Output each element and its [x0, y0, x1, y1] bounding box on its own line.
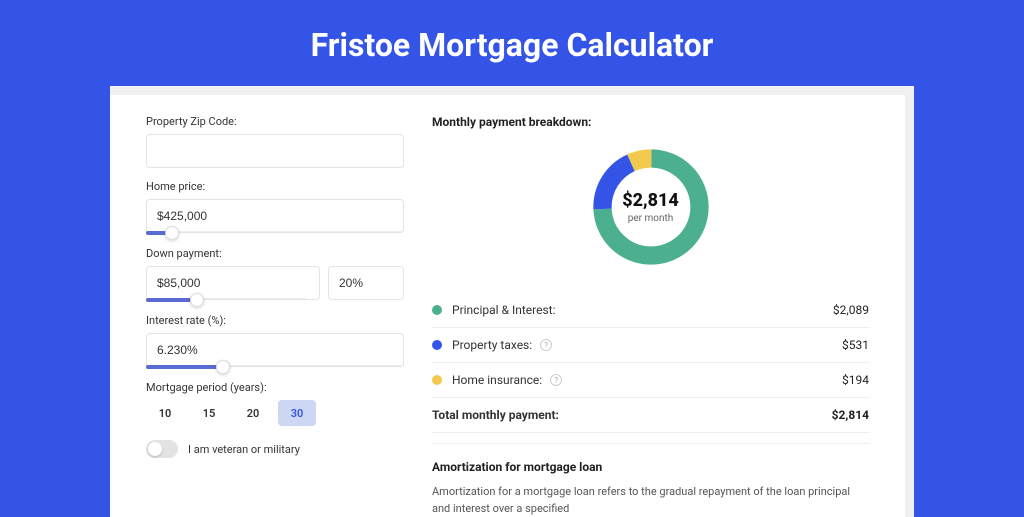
legend-value-principal-interest: $2,089	[833, 303, 869, 317]
legend-dot-home-insurance	[432, 375, 442, 385]
amortization-section: Amortization for mortgage loan Amortizat…	[432, 443, 869, 517]
mortgage-period-field: Mortgage period (years): 10 15 20 30	[146, 381, 404, 426]
down-payment-label: Down payment:	[146, 247, 404, 260]
zip-field: Property Zip Code:	[146, 115, 404, 168]
donut-amount: $2,814	[622, 190, 679, 211]
calculator-card: Property Zip Code: Home price: Down paym…	[110, 95, 905, 517]
home-price-label: Home price:	[146, 180, 404, 193]
period-btn-20[interactable]: 20	[234, 400, 272, 426]
mortgage-period-options: 10 15 20 30	[146, 400, 404, 426]
donut-chart-wrap: $2,814 per month	[432, 143, 869, 271]
legend-label-total: Total monthly payment:	[432, 408, 559, 422]
legend-label-property-taxes: Property taxes:	[452, 338, 532, 352]
breakdown-column: Monthly payment breakdown: $2,814 per mo…	[404, 115, 905, 517]
form-column: Property Zip Code: Home price: Down paym…	[146, 115, 404, 517]
period-btn-30[interactable]: 30	[278, 400, 316, 426]
home-price-slider-thumb[interactable]	[165, 226, 179, 240]
help-icon[interactable]: ?	[550, 374, 562, 386]
down-payment-pct-input[interactable]	[328, 266, 404, 300]
legend-row-total: Total monthly payment: $2,814	[432, 398, 869, 433]
down-payment-slider[interactable]	[146, 298, 306, 302]
donut-sub: per month	[628, 213, 674, 224]
help-icon[interactable]: ?	[540, 339, 552, 351]
home-price-slider[interactable]	[146, 231, 404, 235]
zip-input[interactable]	[146, 134, 404, 168]
interest-rate-slider[interactable]	[146, 365, 404, 369]
calculator-container: Property Zip Code: Home price: Down paym…	[110, 86, 914, 517]
zip-label: Property Zip Code:	[146, 115, 404, 128]
legend-value-total: $2,814	[832, 408, 869, 422]
veteran-toggle[interactable]	[146, 440, 178, 458]
page-title: Fristoe Mortgage Calculator	[0, 0, 1024, 86]
legend-row-property-taxes: Property taxes: ? $531	[432, 328, 869, 363]
legend-row-principal-interest: Principal & Interest: $2,089	[432, 293, 869, 328]
interest-rate-field: Interest rate (%):	[146, 314, 404, 369]
veteran-label: I am veteran or military	[188, 443, 300, 456]
legend-label-home-insurance: Home insurance:	[452, 373, 542, 387]
legend-value-property-taxes: $531	[842, 338, 869, 352]
amortization-text: Amortization for a mortgage loan refers …	[432, 484, 869, 517]
interest-rate-input[interactable]	[146, 333, 404, 367]
donut-chart: $2,814 per month	[587, 143, 715, 271]
legend-row-home-insurance: Home insurance: ? $194	[432, 363, 869, 398]
down-payment-slider-thumb[interactable]	[190, 293, 204, 307]
home-price-input[interactable]	[146, 199, 404, 233]
down-payment-input[interactable]	[146, 266, 320, 300]
breakdown-heading: Monthly payment breakdown:	[432, 115, 869, 129]
legend-label-principal-interest: Principal & Interest:	[452, 303, 556, 317]
down-payment-field: Down payment:	[146, 247, 404, 302]
veteran-toggle-knob	[148, 442, 162, 456]
amortization-heading: Amortization for mortgage loan	[432, 460, 869, 474]
legend-dot-principal-interest	[432, 305, 442, 315]
mortgage-period-label: Mortgage period (years):	[146, 381, 404, 394]
interest-rate-slider-fill	[146, 365, 223, 369]
period-btn-15[interactable]: 15	[190, 400, 228, 426]
veteran-row: I am veteran or military	[146, 440, 404, 458]
home-price-field: Home price:	[146, 180, 404, 235]
interest-rate-slider-thumb[interactable]	[216, 360, 230, 374]
period-btn-10[interactable]: 10	[146, 400, 184, 426]
legend-dot-property-taxes	[432, 340, 442, 350]
donut-center: $2,814 per month	[587, 143, 715, 271]
legend-value-home-insurance: $194	[842, 373, 869, 387]
interest-rate-label: Interest rate (%):	[146, 314, 404, 327]
